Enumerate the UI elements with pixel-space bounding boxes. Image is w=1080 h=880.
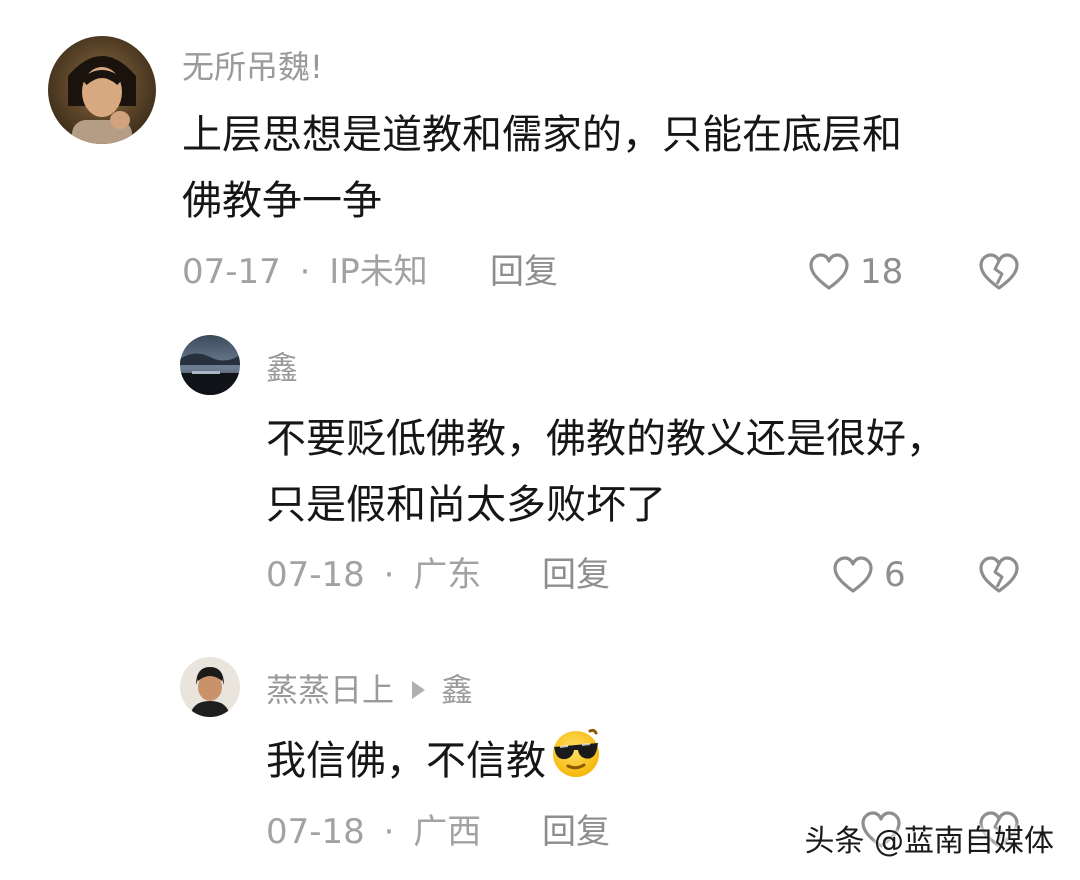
username: 蒸蒸日上 鑫 — [266, 670, 473, 710]
reply-button[interactable]: 回复 — [542, 553, 610, 597]
content-line: 不要贬低佛教，佛教的教义还是很好， — [266, 416, 946, 462]
comment-location: 广西 — [413, 812, 482, 852]
like-button[interactable]: 6 — [832, 553, 906, 597]
dislike-button[interactable] — [978, 252, 1020, 296]
triangle-right-icon — [412, 681, 426, 699]
username[interactable]: 无所吊魏! — [182, 47, 323, 87]
comment-content: 上层思想是道教和儒家的，只能在底层和 佛教争一争 — [182, 102, 902, 234]
heart-outline-icon — [833, 556, 873, 593]
comment-meta: 07-18 · 广东 — [266, 553, 481, 597]
separator-dot: · — [383, 812, 395, 852]
heart-outline-icon — [809, 253, 849, 290]
cool-sunglasses-emoji — [548, 727, 604, 799]
separator-dot: · — [383, 555, 395, 595]
reply-button[interactable]: 回复 — [490, 250, 558, 294]
comment-location: 广东 — [413, 555, 482, 595]
like-count: 6 — [884, 555, 906, 595]
dislike-button[interactable] — [978, 555, 1020, 599]
comment-content: 不要贬低佛教，佛教的教义还是很好， 只是假和尚太多败坏了 — [266, 406, 946, 538]
comment-date: 07-18 — [266, 812, 365, 852]
content-line: 只是假和尚太多败坏了 — [266, 482, 666, 528]
broken-heart-icon — [979, 556, 1019, 593]
comment-date: 07-18 — [266, 555, 365, 595]
comment-date: 07-17 — [182, 252, 281, 292]
comment-meta: 07-18 · 广西 — [266, 810, 481, 854]
content-line: 我信佛，不信教 — [266, 738, 546, 784]
comment-meta: 07-17 · IP未知 — [182, 250, 428, 294]
comment-location: IP未知 — [329, 252, 428, 292]
broken-heart-icon — [979, 253, 1019, 290]
like-button[interactable]: 18 — [808, 250, 903, 294]
like-count: 18 — [860, 252, 904, 292]
reply-button[interactable]: 回复 — [542, 810, 610, 854]
content-line: 佛教争一争 — [182, 178, 382, 224]
avatar[interactable] — [180, 335, 240, 395]
username[interactable]: 鑫 — [266, 348, 298, 388]
avatar[interactable] — [48, 36, 156, 144]
avatar[interactable] — [180, 657, 240, 717]
content-line: 上层思想是道教和儒家的，只能在底层和 — [182, 112, 902, 158]
comment-content: 我信佛，不信教 — [266, 727, 604, 799]
username-text[interactable]: 蒸蒸日上 — [266, 670, 394, 710]
watermark: 头条 @蓝南自媒体 — [804, 824, 1054, 859]
separator-dot: · — [299, 252, 311, 292]
reply-to-username[interactable]: 鑫 — [441, 670, 473, 710]
